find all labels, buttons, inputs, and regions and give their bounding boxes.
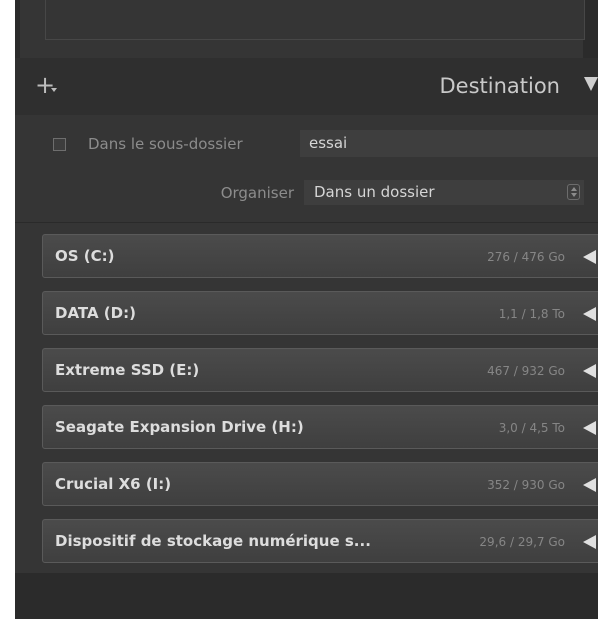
- drive-size: 467 / 932 Go: [487, 364, 565, 378]
- drive-row-data-d[interactable]: DATA (D:) 1,1 / 1,8 To: [42, 291, 598, 335]
- collapse-triangle-icon[interactable]: [584, 77, 598, 91]
- drive-size: 3,0 / 4,5 To: [498, 421, 565, 435]
- destination-options: Dans le sous-dossier essai Organiser Dan…: [15, 115, 598, 223]
- drive-name: Dispositif de stockage numérique s...: [55, 532, 371, 550]
- drive-row-os-c[interactable]: OS (C:) 276 / 476 Go: [42, 234, 598, 278]
- organize-selected-value: Dans un dossier: [314, 183, 435, 201]
- drive-size: 276 / 476 Go: [487, 250, 565, 264]
- top-panel-area: [20, 0, 585, 58]
- drive-size: 352 / 930 Go: [487, 478, 565, 492]
- top-empty-box: [45, 0, 585, 40]
- subfolder-name-input[interactable]: essai: [300, 130, 598, 157]
- drive-row-extreme-ssd-e[interactable]: Extreme SSD (E:) 467 / 932 Go: [42, 348, 598, 392]
- destination-header[interactable]: + Destination: [15, 58, 598, 115]
- drive-name: DATA (D:): [55, 304, 136, 322]
- drive-row-crucial-i[interactable]: Crucial X6 (I:) 352 / 930 Go: [42, 462, 598, 506]
- triangle-left-icon[interactable]: [583, 421, 596, 435]
- drive-size: 1,1 / 1,8 To: [498, 307, 565, 321]
- triangle-left-icon[interactable]: [583, 364, 596, 378]
- drive-row-storage-device[interactable]: Dispositif de stockage numérique s... 29…: [42, 519, 598, 563]
- triangle-left-icon[interactable]: [583, 307, 596, 321]
- drive-name: Crucial X6 (I:): [55, 475, 172, 493]
- drive-name: Extreme SSD (E:): [55, 361, 200, 379]
- up-down-icon[interactable]: [567, 184, 580, 200]
- organize-select[interactable]: Dans un dossier: [304, 180, 584, 205]
- drive-name: Seagate Expansion Drive (H:): [55, 418, 304, 436]
- triangle-left-icon[interactable]: [583, 250, 596, 264]
- triangle-left-icon[interactable]: [583, 478, 596, 492]
- bottom-panel-area: [15, 573, 598, 619]
- chevron-down-icon: [51, 88, 57, 92]
- subfolder-checkbox[interactable]: [53, 138, 66, 151]
- drive-name: OS (C:): [55, 247, 115, 265]
- plus-icon[interactable]: +: [35, 70, 63, 100]
- organize-label: Organiser: [220, 184, 294, 202]
- triangle-left-icon[interactable]: [583, 535, 596, 549]
- drives-list: OS (C:) 276 / 476 Go DATA (D:) 1,1 / 1,8…: [15, 223, 598, 573]
- subfolder-label: Dans le sous-dossier: [88, 135, 243, 153]
- drive-size: 29,6 / 29,7 Go: [479, 535, 565, 549]
- panel-title: Destination: [439, 74, 560, 98]
- drive-row-seagate-h[interactable]: Seagate Expansion Drive (H:) 3,0 / 4,5 T…: [42, 405, 598, 449]
